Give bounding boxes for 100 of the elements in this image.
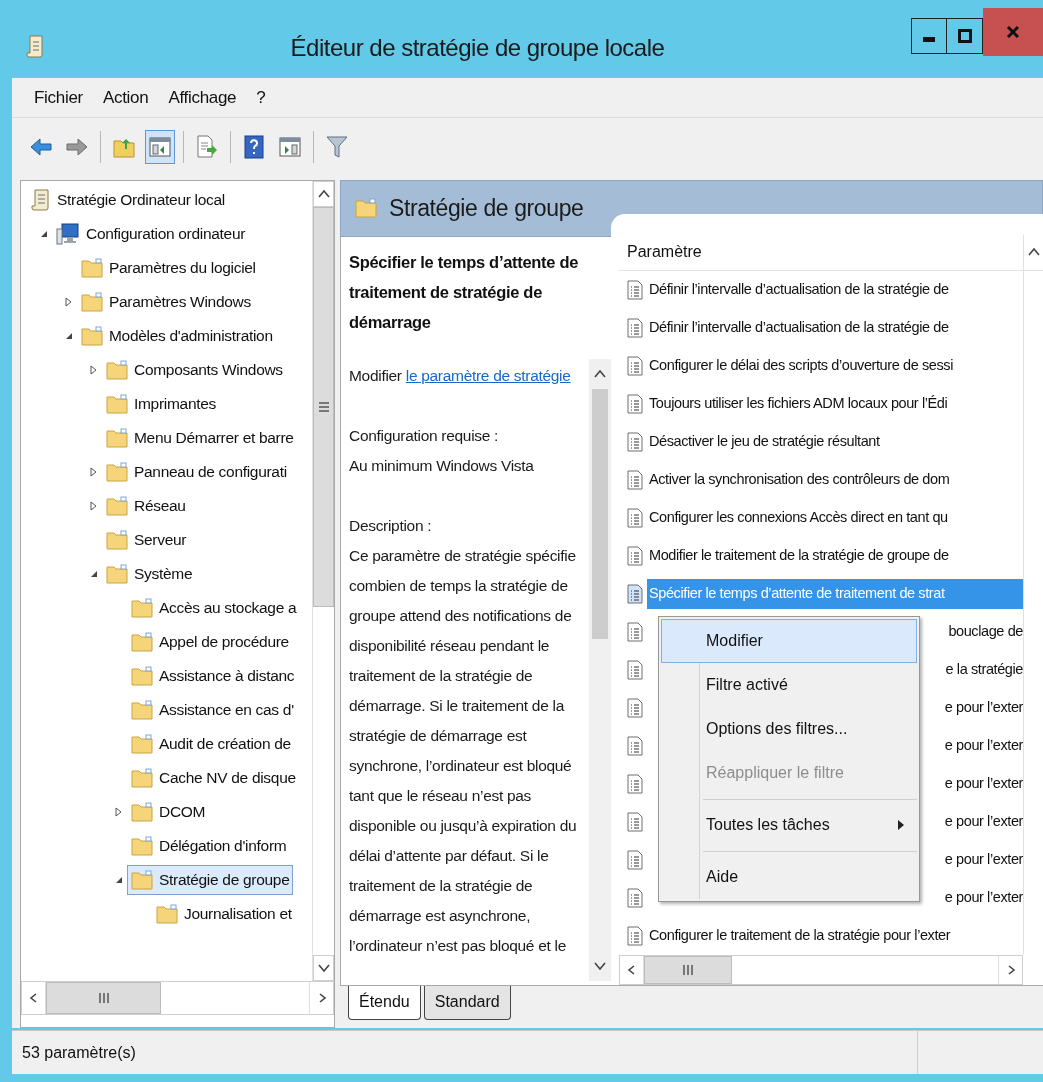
tree-item[interactable]: Accès au stockage a xyxy=(127,593,301,623)
scrollbar-thumb[interactable] xyxy=(46,982,161,1014)
setting-row[interactable]: Configurer le délai des scripts d’ouverture de sessi xyxy=(647,350,1023,381)
menu-item[interactable]: Action xyxy=(102,84,149,111)
tree-item[interactable]: Cache NV de disque xyxy=(127,763,300,793)
tree-item[interactable]: Paramètres du logiciel xyxy=(77,253,260,283)
filter-icon xyxy=(326,135,348,159)
maximize-button[interactable] xyxy=(947,18,983,54)
document-list-icon xyxy=(627,735,643,756)
tree-item[interactable]: Serveur xyxy=(102,525,191,555)
setting-row[interactable]: Définir l’intervalle d’actualisation de la stratégie de xyxy=(647,312,1023,343)
column-header[interactable]: Paramètre xyxy=(619,234,1023,271)
horizontal-scrollbar[interactable] xyxy=(21,981,334,1015)
requirement-value: Au minimum Windows Vista xyxy=(349,455,535,476)
tree-item[interactable]: Appel de procédure xyxy=(127,627,293,657)
tree-item[interactable]: Délégation d'inform xyxy=(127,831,291,861)
minimize-button[interactable] xyxy=(911,18,947,54)
tree-item[interactable]: Imprimantes xyxy=(102,389,220,419)
setting-row[interactable]: e pour l’exter xyxy=(944,806,1023,837)
setting-row[interactable]: Désactiver le jeu de stratégie résultant xyxy=(647,426,1023,457)
scroll-up-icon[interactable] xyxy=(594,368,606,379)
tree-item[interactable]: Panneau de configurati xyxy=(102,457,291,487)
folder-icon xyxy=(106,394,128,414)
vertical-scrollbar[interactable] xyxy=(312,181,334,981)
document-list-icon xyxy=(627,773,643,794)
collapsed-caret-icon[interactable] xyxy=(114,807,124,817)
scroll-down-icon[interactable] xyxy=(317,963,330,973)
scroll-icon xyxy=(31,188,51,212)
tree-item[interactable]: Modèles d'administration xyxy=(77,321,277,351)
toolbar-button[interactable] xyxy=(145,130,175,164)
menu-item[interactable]: Modifier xyxy=(661,619,917,663)
edit-setting-link[interactable]: le paramètre de stratégie xyxy=(405,366,571,384)
menu-item[interactable]: Aide xyxy=(661,855,917,899)
tree-item[interactable]: Paramètres Windows xyxy=(77,287,255,317)
setting-row[interactable]: bouclage de xyxy=(948,616,1023,647)
folder-icon xyxy=(131,598,153,618)
menu-item[interactable]: Filtre activé xyxy=(661,663,917,707)
setting-row[interactable]: e pour l’exter xyxy=(944,768,1023,799)
scrollbar-thumb[interactable] xyxy=(644,955,732,984)
menu-item[interactable]: Fichier xyxy=(34,84,83,111)
document-list-icon xyxy=(627,811,643,832)
tree-item[interactable]: Système xyxy=(102,559,197,589)
tree-item[interactable]: Menu Démarrer et barre xyxy=(102,423,298,453)
document-list-icon xyxy=(627,393,643,414)
view-tab[interactable]: Étendu xyxy=(348,985,421,1020)
setting-row[interactable]: e la stratégie xyxy=(945,654,1023,685)
folder-icon xyxy=(106,360,128,380)
setting-row[interactable]: Activer la synchronisation des contrôleurs de dom xyxy=(647,464,1023,495)
scroll-down-icon[interactable] xyxy=(594,960,606,971)
folder-icon xyxy=(355,198,377,219)
vertical-scrollbar[interactable] xyxy=(589,358,611,981)
tree-item[interactable]: Assistance à distanc xyxy=(127,661,299,691)
folder-icon xyxy=(106,462,128,482)
menu-item[interactable]: Affichage xyxy=(168,84,237,111)
tree-item[interactable]: Audit de création de xyxy=(127,729,295,759)
tree-pane-icon xyxy=(149,136,171,158)
scroll-up-icon[interactable] xyxy=(1027,247,1040,258)
expanded-caret-icon[interactable] xyxy=(89,569,99,579)
menu-item[interactable]: Toutes les tâches xyxy=(661,803,917,847)
edit-setting-text: Modifier le paramètre de stratégie xyxy=(349,365,572,386)
tree-item[interactable]: Composants Windows xyxy=(102,355,287,385)
scrollbar-thumb[interactable] xyxy=(592,388,608,639)
setting-row[interactable]: Configurer les connexions Accès direct en tant qu xyxy=(647,502,1023,533)
close-icon xyxy=(1006,25,1020,39)
document-list-icon xyxy=(627,431,643,452)
expanded-caret-icon[interactable] xyxy=(114,875,124,885)
setting-row[interactable]: e pour l’exter xyxy=(944,730,1023,761)
expanded-caret-icon[interactable] xyxy=(64,331,74,341)
tree-item[interactable]: Réseau xyxy=(102,491,190,521)
folder-icon xyxy=(81,292,103,312)
horizontal-scrollbar[interactable] xyxy=(619,954,1023,985)
panel-heading: Stratégie de groupe xyxy=(389,194,584,224)
tree-item[interactable]: Journalisation et xyxy=(152,899,296,929)
setting-row[interactable]: e pour l’exter xyxy=(944,692,1023,723)
tree-item[interactable]: Stratégie de groupe xyxy=(127,865,294,895)
setting-row[interactable]: Toujours utiliser les fichiers ADM locaux pour l’Édi xyxy=(647,388,1023,419)
view-tab[interactable]: Standard xyxy=(423,985,511,1020)
maximize-icon xyxy=(957,29,972,43)
collapsed-caret-icon[interactable] xyxy=(89,467,99,477)
tree-item[interactable]: Stratégie Ordinateur local xyxy=(27,185,229,215)
collapsed-caret-icon[interactable] xyxy=(89,501,99,511)
setting-row[interactable]: e pour l’exter xyxy=(944,844,1023,875)
window-title: Éditeur de stratégie de groupe locale xyxy=(290,33,665,63)
tree-item[interactable]: Assistance en cas d' xyxy=(127,695,298,725)
menu-item[interactable]: Options des filtres... xyxy=(661,707,917,751)
document-list-icon xyxy=(627,507,643,528)
collapsed-caret-icon[interactable] xyxy=(64,297,74,307)
setting-row[interactable]: Définir l’intervalle d’actualisation de la stratégie de xyxy=(647,274,1023,305)
tree-item[interactable]: Configuration ordinateur xyxy=(52,219,250,249)
setting-row[interactable]: Modifier le traitement de la stratégie de groupe de xyxy=(647,540,1023,571)
setting-title: Spécifier le temps d’attente de traitement de stratégie de démarrage xyxy=(349,251,580,333)
setting-row[interactable]: Configurer le traitement de la stratégie pour l’exter xyxy=(647,920,1023,951)
tree-item[interactable]: DCOM xyxy=(127,797,210,827)
menu-item[interactable]: ? xyxy=(256,84,266,111)
back-arrow-icon xyxy=(29,137,53,157)
collapsed-caret-icon[interactable] xyxy=(89,365,99,375)
setting-row[interactable]: e pour l’exter xyxy=(944,882,1023,913)
scrollbar-thumb[interactable] xyxy=(313,207,334,607)
scroll-up-icon[interactable] xyxy=(317,189,330,199)
expanded-caret-icon[interactable] xyxy=(39,229,49,239)
